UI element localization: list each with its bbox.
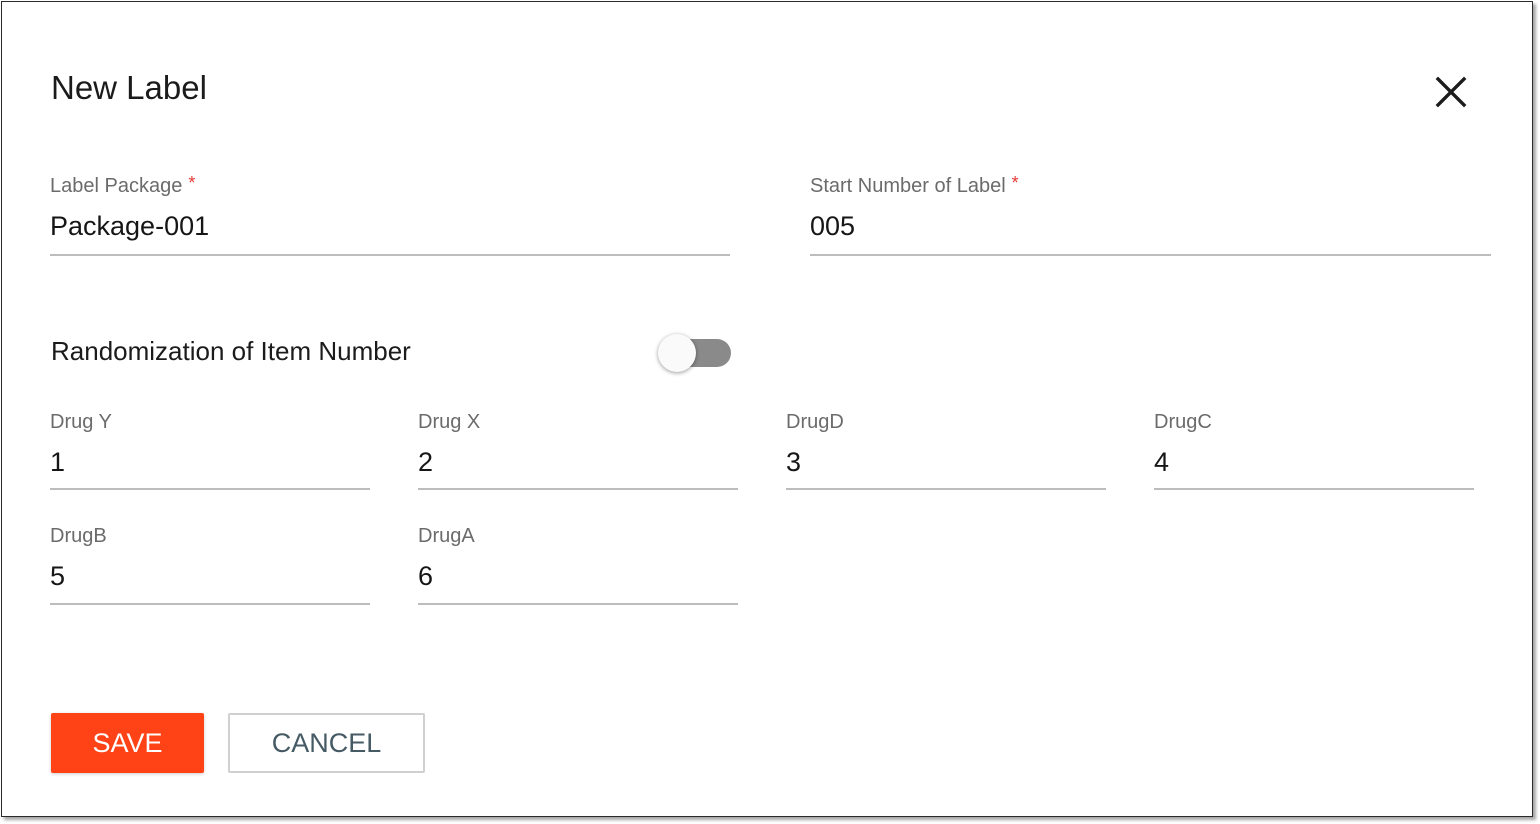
drug-input[interactable]: 5: [50, 561, 65, 592]
drug-label: DrugA: [418, 525, 475, 547]
start-number-field[interactable]: Start Number of Label * 005: [810, 173, 1491, 256]
close-button[interactable]: [1431, 72, 1471, 112]
drug-field[interactable]: Drug Y 1: [50, 411, 370, 490]
drug-label: DrugB: [50, 525, 107, 547]
drug-input[interactable]: 1: [50, 447, 65, 478]
required-mark: *: [1011, 173, 1019, 193]
close-icon: [1435, 76, 1467, 108]
drug-input[interactable]: 6: [418, 561, 433, 592]
drug-input[interactable]: 4: [1154, 447, 1169, 478]
required-mark: *: [188, 173, 196, 193]
label-package-input[interactable]: Package-001: [50, 211, 209, 242]
start-number-input[interactable]: 005: [810, 211, 855, 242]
randomization-label: Randomization of Item Number: [51, 336, 411, 366]
toggle-knob[interactable]: [658, 334, 696, 372]
label-package-field[interactable]: Label Package * Package-001: [50, 173, 730, 256]
drug-label: Drug X: [418, 411, 481, 433]
drug-field[interactable]: DrugA 6: [418, 525, 738, 605]
drug-label: DrugD: [786, 411, 844, 433]
drug-field[interactable]: DrugD 3: [786, 411, 1106, 490]
start-number-label: Start Number of Label *: [810, 173, 1019, 197]
cancel-button[interactable]: CANCEL: [228, 713, 425, 773]
drug-field[interactable]: DrugB 5: [50, 525, 370, 605]
drug-input[interactable]: 3: [786, 447, 801, 478]
drug-field[interactable]: DrugC 4: [1154, 411, 1474, 490]
drug-input[interactable]: 2: [418, 447, 433, 478]
drug-label: Drug Y: [50, 411, 112, 433]
save-button[interactable]: SAVE: [51, 713, 204, 773]
randomization-toggle[interactable]: [658, 333, 732, 373]
label-package-label: Label Package *: [50, 173, 196, 197]
drug-field[interactable]: Drug X 2: [418, 411, 738, 490]
new-label-dialog: New Label Label Package * Package-001 Sta…: [1, 1, 1533, 817]
dialog-title: New Label: [51, 69, 207, 106]
drug-label: DrugC: [1154, 411, 1212, 433]
